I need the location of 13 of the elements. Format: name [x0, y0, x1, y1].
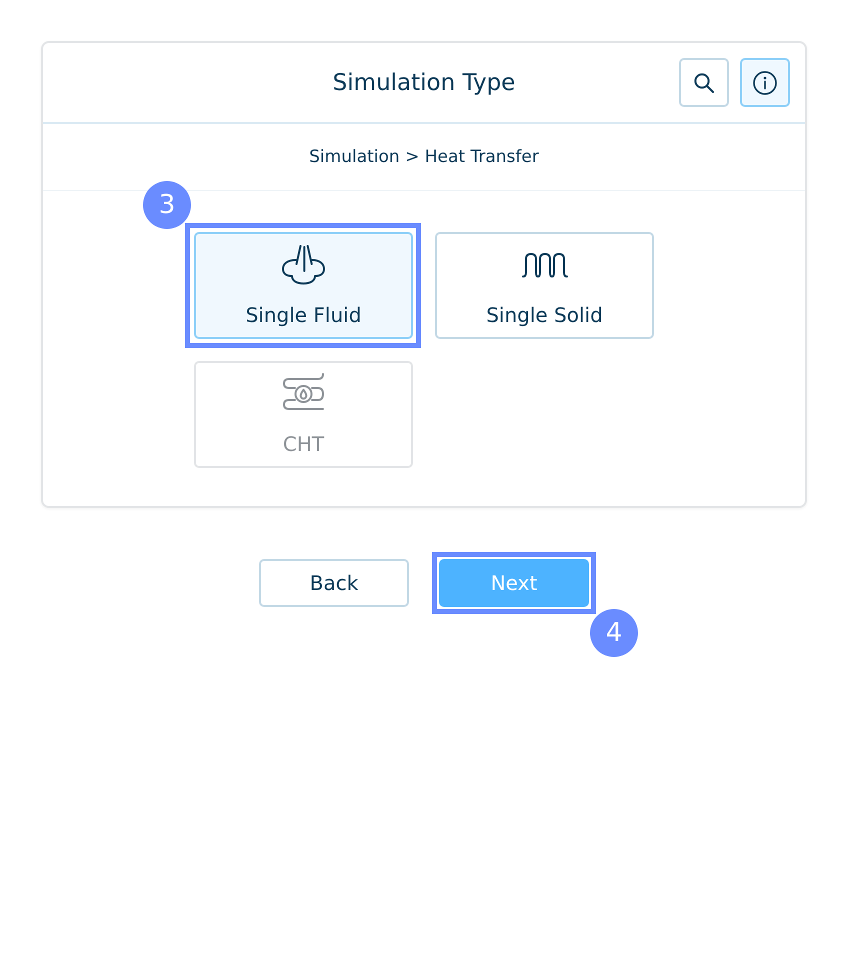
- back-button[interactable]: Back: [259, 559, 409, 607]
- option-tile[interactable]: Single Fluid: [194, 232, 413, 339]
- step-badge: 3: [143, 181, 191, 229]
- search-button[interactable]: [679, 58, 729, 107]
- option-tile[interactable]: Single Solid: [435, 232, 654, 339]
- wave-coil-icon: [522, 252, 568, 278]
- info-icon: [753, 70, 777, 94]
- step-badge: 4: [590, 609, 638, 657]
- breadcrumb: Simulation > Heat Transfer: [309, 147, 539, 167]
- search-icon: [694, 72, 714, 92]
- dialog-title: Simulation Type: [332, 68, 516, 98]
- info-button[interactable]: [740, 58, 790, 107]
- vapor-cloud-icon: [282, 245, 326, 285]
